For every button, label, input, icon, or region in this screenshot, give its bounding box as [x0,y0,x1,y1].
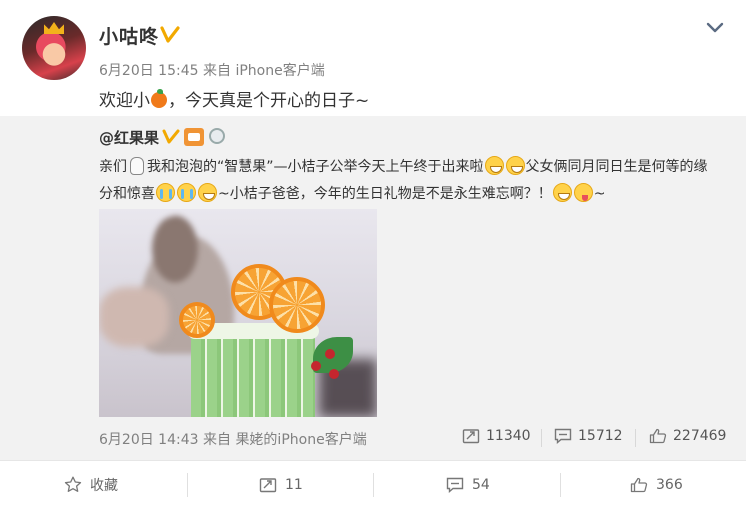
action-bar: 收藏 11 54 366 [0,460,746,507]
avatar[interactable] [22,16,86,80]
retweet-comment-stat[interactable]: 15712 [554,428,623,444]
grin-emoji-icon [552,183,572,202]
crown-icon [44,22,64,34]
cake-photo[interactable] [99,209,377,417]
divider [373,473,374,497]
retweet-like-count: 227469 [673,428,727,444]
post-date[interactable]: 6月20日 15:45 [99,63,199,79]
retweet-from-label: 来自 [202,432,231,448]
retweet-repost-count: 11340 [486,428,531,444]
post-text: 欢迎小 ，今天真是个开心的日子~ [99,86,369,111]
photo-orange-slice [269,277,325,333]
retweet-text-part: ~小桔子爸爸，今年的生日礼物是不是永生难忘啊？！ [218,186,552,202]
repost-icon [259,477,277,492]
medal-badge-icon[interactable] [209,128,225,144]
divider [635,429,636,447]
retweet-text: 亲们 我和泡泡的“智慧果”—小桔子公举今天上午终于出来啦 父女俩同月同日生是何等的缘… [99,154,719,208]
repost-icon [462,429,480,444]
retweet-source[interactable]: 果姥的iPhone客户端 [235,432,366,448]
photo-berry [329,369,339,379]
retweet-text-part: ~ [593,186,606,202]
retweet-username[interactable]: @红果果 [99,127,159,148]
photo-orange-slice [179,302,215,338]
comment-button[interactable]: 54 [446,461,490,507]
photo-berry [325,349,335,359]
repost-count: 11 [285,476,303,493]
chevron-down-icon[interactable] [703,18,727,38]
divider [187,473,188,497]
retweet-repost-stat[interactable]: 11340 [462,428,531,444]
orange-emoji-icon [151,89,167,108]
post-text-after: ，今天真是个开心的日子~ [168,91,370,111]
like-button[interactable]: 366 [630,461,683,507]
cry-emoji-icon [156,183,175,202]
grin-emoji-icon [198,183,217,202]
hand-emoji-icon [130,157,144,175]
photo-hand [99,287,169,347]
favorite-button[interactable]: 收藏 [64,461,118,507]
thumbs-up-icon [649,428,667,444]
verified-icon [160,26,180,43]
post-source[interactable]: iPhone客户端 [235,63,324,79]
post-text-before: 欢迎小 [99,91,150,111]
comment-count: 54 [472,476,490,493]
post-meta: 6月20日 15:45 来自 iPhone客户端 [99,60,325,80]
laugh-emoji-icon [505,156,525,175]
retweet-meta: 6月20日 14:43 来自 果姥的iPhone客户端 [99,429,367,449]
verified-icon [162,129,180,144]
post-from-label: 来自 [202,63,231,79]
divider [560,473,561,497]
retweet-text-part: 我和泡泡的“智慧果”—小桔子公举今天上午终于出来啦 [147,159,484,175]
like-count: 366 [656,476,683,493]
divider [541,429,542,447]
thumbs-up-icon [630,477,648,492]
comment-icon [554,428,572,444]
repost-button[interactable]: 11 [259,461,303,507]
post-username[interactable]: 小咕咚 [99,22,159,49]
retweet-comment-count: 15712 [578,428,623,444]
comment-icon [446,477,464,493]
retweet-date[interactable]: 6月20日 14:43 [99,432,199,448]
tongue-emoji-icon [573,183,593,202]
weibo-card: 小咕咚 6月20日 15:45 来自 iPhone客户端 欢迎小 ，今天真是个开心… [0,0,746,507]
retweet-text-part: 亲们 [99,159,127,175]
laugh-emoji-icon [484,156,504,175]
favorite-label: 收藏 [90,477,118,494]
retweet-block: @红果果 亲们 我和泡泡的“智慧果”—小桔子公举今天上午终于出来啦 父女俩同月同日生… [0,116,746,460]
star-icon [64,476,82,492]
retweet-like-stat[interactable]: 227469 [649,428,726,444]
cry-emoji-icon [177,183,196,202]
member-badge-icon[interactable] [184,128,204,146]
photo-cake [187,323,319,417]
photo-berry [311,361,321,371]
